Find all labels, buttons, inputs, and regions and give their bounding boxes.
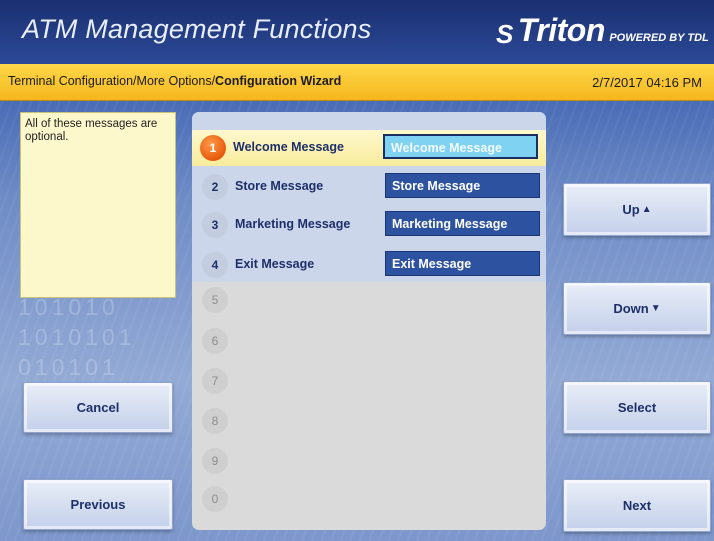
breadcrumb-path: Terminal Configuration/More Options/ <box>8 74 216 88</box>
list-item-empty: 0 <box>192 481 546 517</box>
next-button[interactable]: Next <box>563 479 711 532</box>
item-number: 2 <box>202 174 228 200</box>
cancel-button[interactable]: Cancel <box>23 382 173 433</box>
up-arrow-icon: ▲ <box>641 204 652 215</box>
message-list-panel: 1 Welcome Message Welcome Message 2 Stor… <box>192 112 546 530</box>
binary-watermark: 101010 1010101 010101 <box>18 292 198 382</box>
item-number: 8 <box>202 408 228 434</box>
list-item-empty: 6 <box>192 323 546 359</box>
marketing-message-field[interactable]: Marketing Message <box>385 211 540 236</box>
list-item-empty: 9 <box>192 443 546 479</box>
item-number: 3 <box>202 212 228 238</box>
breadcrumb-current: Configuration Wizard <box>215 74 342 88</box>
item-number: 4 <box>202 252 228 278</box>
atm-screen: ATM Management Functions S Triton POWERE… <box>0 0 714 541</box>
item-number: 1 <box>200 135 226 161</box>
store-message-field[interactable]: Store Message <box>385 173 540 198</box>
app-title: ATM Management Functions <box>22 14 372 44</box>
down-button[interactable]: Down ▼ <box>563 282 711 335</box>
binary-line: 010101 <box>18 354 119 380</box>
up-button-label: Up <box>622 202 640 217</box>
header: ATM Management Functions S Triton POWERE… <box>0 0 714 64</box>
select-button[interactable]: Select <box>563 381 711 434</box>
logo-subtitle: POWERED BY TDL <box>609 32 709 44</box>
list-item-store-message[interactable]: 2 Store Message Store Message <box>192 169 546 205</box>
up-button[interactable]: Up ▲ <box>563 183 711 236</box>
date-time: 2/7/2017 04:16 PM <box>592 75 702 90</box>
select-button-label: Select <box>617 400 657 415</box>
help-note: All of these messages are optional. <box>20 112 176 298</box>
breadcrumb-bar: Terminal Configuration/More Options/Conf… <box>0 64 714 101</box>
item-number: 0 <box>202 486 228 512</box>
next-button-label: Next <box>622 498 652 513</box>
item-label: Marketing Message <box>235 217 351 231</box>
logo-name: Triton <box>517 12 606 48</box>
list-item-empty: 7 <box>192 363 546 399</box>
item-label: Welcome Message <box>233 140 344 154</box>
list-item-welcome-message[interactable]: 1 Welcome Message Welcome Message <box>192 130 546 166</box>
welcome-message-field[interactable]: Welcome Message <box>383 134 538 159</box>
item-number: 7 <box>202 368 228 394</box>
list-item-empty: 8 <box>192 403 546 439</box>
item-number: 9 <box>202 448 228 474</box>
down-arrow-icon: ▼ <box>650 303 661 314</box>
item-number: 5 <box>202 287 228 313</box>
exit-message-field[interactable]: Exit Message <box>385 251 540 276</box>
previous-button[interactable]: Previous <box>23 479 173 530</box>
cancel-button-label: Cancel <box>76 400 120 415</box>
binary-line: 1010101 <box>18 324 136 350</box>
list-item-empty: 5 <box>192 282 546 318</box>
list-item-marketing-message[interactable]: 3 Marketing Message Marketing Message <box>192 207 546 243</box>
item-label: Store Message <box>235 179 324 193</box>
breadcrumb: Terminal Configuration/More Options/Conf… <box>8 74 341 88</box>
logo-mark-icon: S <box>496 19 514 49</box>
list-item-exit-message[interactable]: 4 Exit Message Exit Message <box>192 247 546 283</box>
item-label: Exit Message <box>235 257 315 271</box>
item-number: 6 <box>202 328 228 354</box>
previous-button-label: Previous <box>70 497 126 512</box>
triton-logo: S Triton POWERED BY TDL <box>496 12 709 49</box>
down-button-label: Down <box>613 301 649 316</box>
binary-line: 101010 <box>18 294 119 320</box>
